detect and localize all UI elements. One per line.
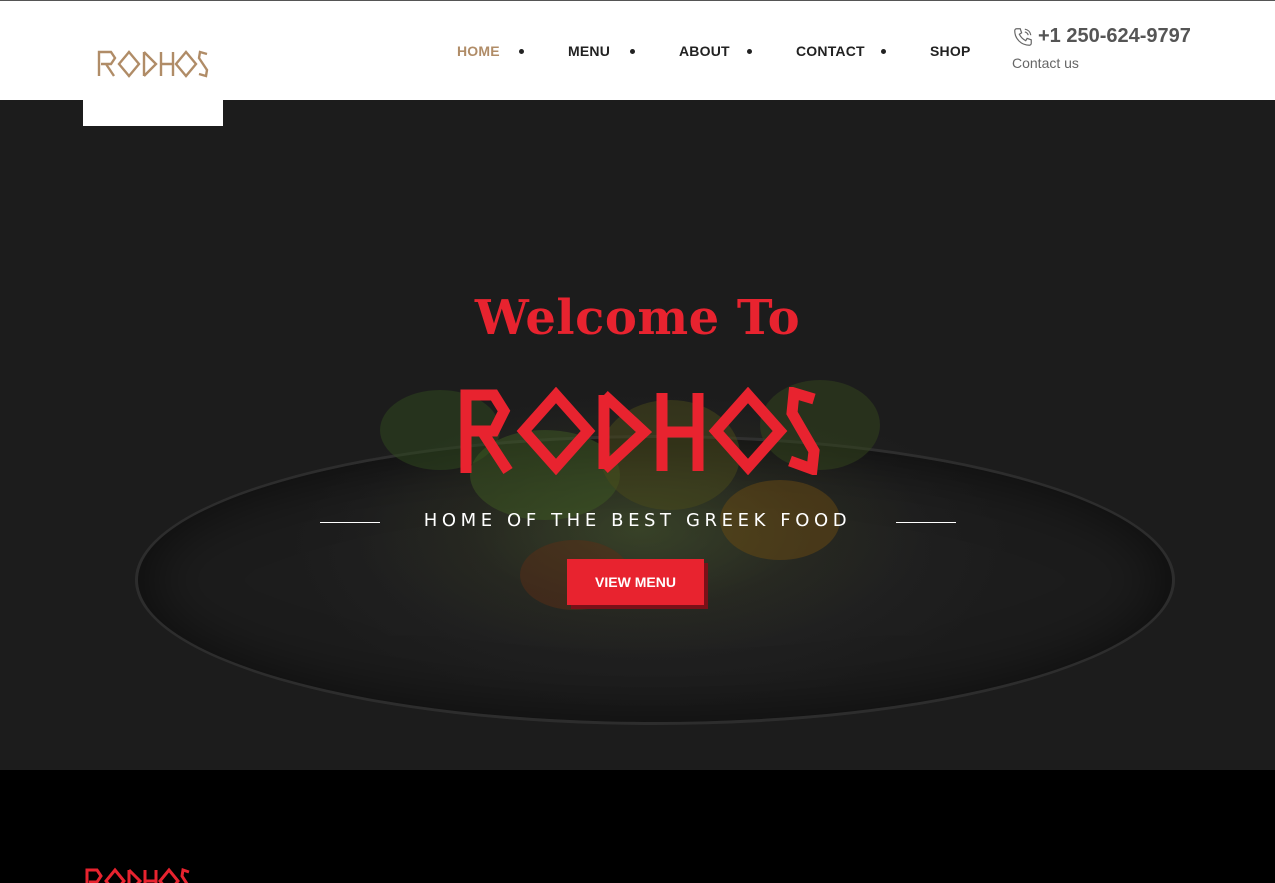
nav-separator-dot: [519, 49, 524, 54]
view-menu-button[interactable]: VIEW MENU: [567, 559, 704, 605]
hero-welcome-heading: Welcome To: [474, 290, 801, 346]
hero-tagline: HOME OF THE BEST GREEK FOOD: [423, 510, 852, 531]
nav-separator-dot: [881, 49, 886, 54]
hero-brand-logo: [460, 387, 820, 475]
contact-us-link[interactable]: Contact us: [1012, 55, 1079, 71]
phone-icon: [1014, 28, 1032, 46]
site-header: HOME MENU ABOUT CONTACT SHOP +1 250-624-…: [0, 0, 1275, 126]
site-logo[interactable]: [83, 1, 223, 126]
nav-separator-dot: [747, 49, 752, 54]
nav-about[interactable]: ABOUT: [679, 43, 730, 59]
footer-logo[interactable]: [85, 867, 191, 883]
nav-contact[interactable]: CONTACT: [796, 43, 865, 59]
site-footer: [0, 770, 1275, 883]
nav-separator-dot: [630, 49, 635, 54]
nav-shop[interactable]: SHOP: [930, 43, 970, 59]
nav-home[interactable]: HOME: [457, 43, 500, 59]
phone-number-link[interactable]: +1 250-624-9797: [1038, 25, 1191, 48]
tagline-divider-right: [896, 522, 956, 523]
hero-banner: Welcome To HOME OF THE BEST GREEK FOOD V…: [0, 100, 1275, 770]
nav-menu[interactable]: MENU: [568, 43, 610, 59]
logo-wordmark: [97, 49, 209, 78]
